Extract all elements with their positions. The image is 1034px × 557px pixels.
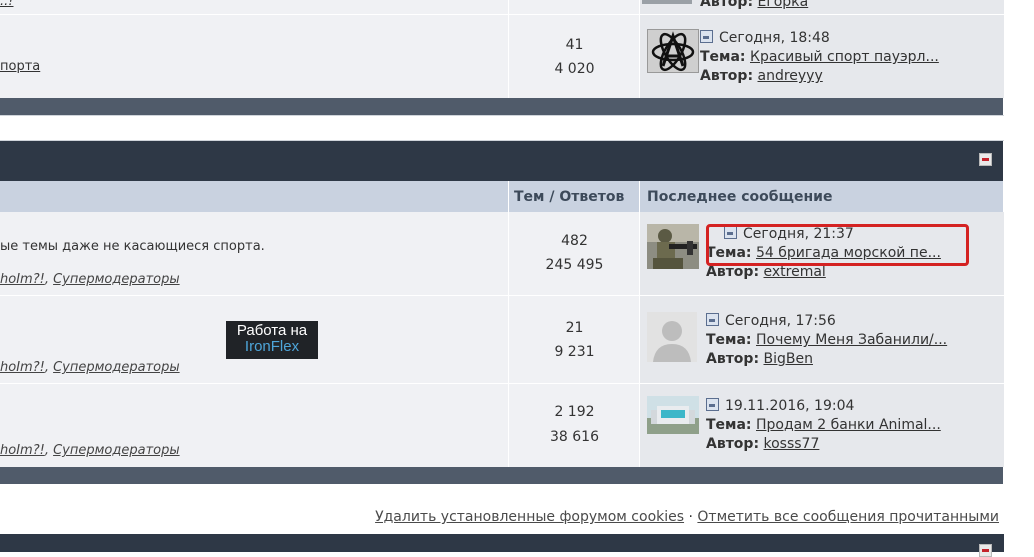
moderators-list: hoIm?!, Супермодераторы [0,272,180,287]
delete-cookies-link[interactable]: Удалить установленные форумом cookies [375,509,684,525]
last-post-icon[interactable] [706,398,719,411]
last-topic-link[interactable]: Продам 2 банки Animal... [756,417,941,433]
moderator-link[interactable]: Супермодераторы [53,443,180,458]
page-margin [1017,0,1034,552]
last-post-author: Автор: BigBen [706,351,813,367]
moderators-list: hoIm?!, Супермодераторы [0,360,180,375]
forum-row: hoIm?!, Супермодераторы 2 192 38 616 19.… [0,384,1004,467]
avatar-atom[interactable] [647,29,699,73]
highlight-rectangle [706,224,969,266]
last-post-icon[interactable] [706,313,719,326]
moderators-list: hoIm?!, Супермодераторы [0,443,180,458]
collapse-icon[interactable] [979,153,992,166]
forum-row: hoIm?!, Супермодераторы 21 9 231 Сегодня… [0,296,1004,383]
posts-count: 9 231 [554,344,595,360]
last-author-partial: Автор: Егорка [700,0,808,10]
moderator-link[interactable]: Супермодераторы [53,272,180,287]
moderator-link[interactable]: Супермодераторы [53,360,180,375]
col-topics-replies: Тем / Ответов [514,189,625,205]
moderator-link[interactable]: hoIm?! [0,272,45,287]
block-footer-bar [0,467,1003,484]
last-post-topic: Тема: Красивый спорт пауэрл... [700,49,939,65]
category-header [0,141,1003,181]
last-post-author: Автор: kosss77 [706,436,820,452]
forum-description: ые темы даже не касающиеся спорта. [0,239,265,254]
collapse-icon[interactable] [979,544,992,557]
last-post-time: Сегодня, 17:56 [706,313,836,329]
avatar-building[interactable] [647,396,699,434]
mark-all-read-link[interactable]: Отметить все сообщения прочитанными [697,509,999,525]
last-post-author: Автор: extremal [706,264,826,280]
last-topic-link[interactable]: Красивый спорт пауэрл... [750,49,939,65]
last-post-author: Автор: andreyyy [700,68,823,84]
moderators-partial[interactable]: ..! [0,0,13,9]
topics-count: 482 [561,233,588,249]
last-author-link[interactable]: BigBen [764,351,813,367]
ironflex-badge[interactable]: Работа на IronFlex [226,321,318,359]
forum-row: порта 41 4 020 Сегодня, 18:48 Тема: Крас… [0,15,1004,98]
last-author-link[interactable]: andreyyy [758,68,823,84]
topics-count: 41 [565,37,584,53]
topics-count: 2 192 [554,404,595,420]
column-headers: Тем / Ответов Последнее сообщение [0,181,1003,212]
moderator-link[interactable]: hoIm?! [0,360,45,375]
posts-count: 245 495 [545,257,604,273]
avatar-soldier[interactable] [647,224,699,269]
posts-count: 4 020 [554,61,595,77]
last-topic-link[interactable]: Почему Меня Забанили/... [756,332,947,348]
bottom-links: Удалить установленные форумом cookies · … [375,509,999,525]
last-post-time: Сегодня, 18:48 [700,30,830,46]
last-author-link[interactable]: kosss77 [764,436,820,452]
forum-description[interactable]: порта [0,59,40,74]
block-footer-bar [0,98,1003,115]
posts-count: 38 616 [550,429,599,445]
avatar-partial[interactable] [642,0,692,4]
last-post-topic: Тема: Почему Меня Забанили/... [706,332,948,348]
last-post-topic: Тема: Продам 2 банки Animal... [706,417,941,433]
last-author-link[interactable]: extremal [764,264,826,280]
col-last-post: Последнее сообщение [647,189,833,205]
last-post-time: 19.11.2016, 19:04 [706,398,854,414]
topics-count: 21 [565,320,584,336]
last-post-icon[interactable] [700,30,713,43]
category-header-next [0,534,1004,557]
moderator-link[interactable]: hoIm?! [0,443,45,458]
forum-row-partial [0,0,1004,14]
avatar-default[interactable] [647,312,697,362]
author-link[interactable]: Егорка [758,0,809,10]
